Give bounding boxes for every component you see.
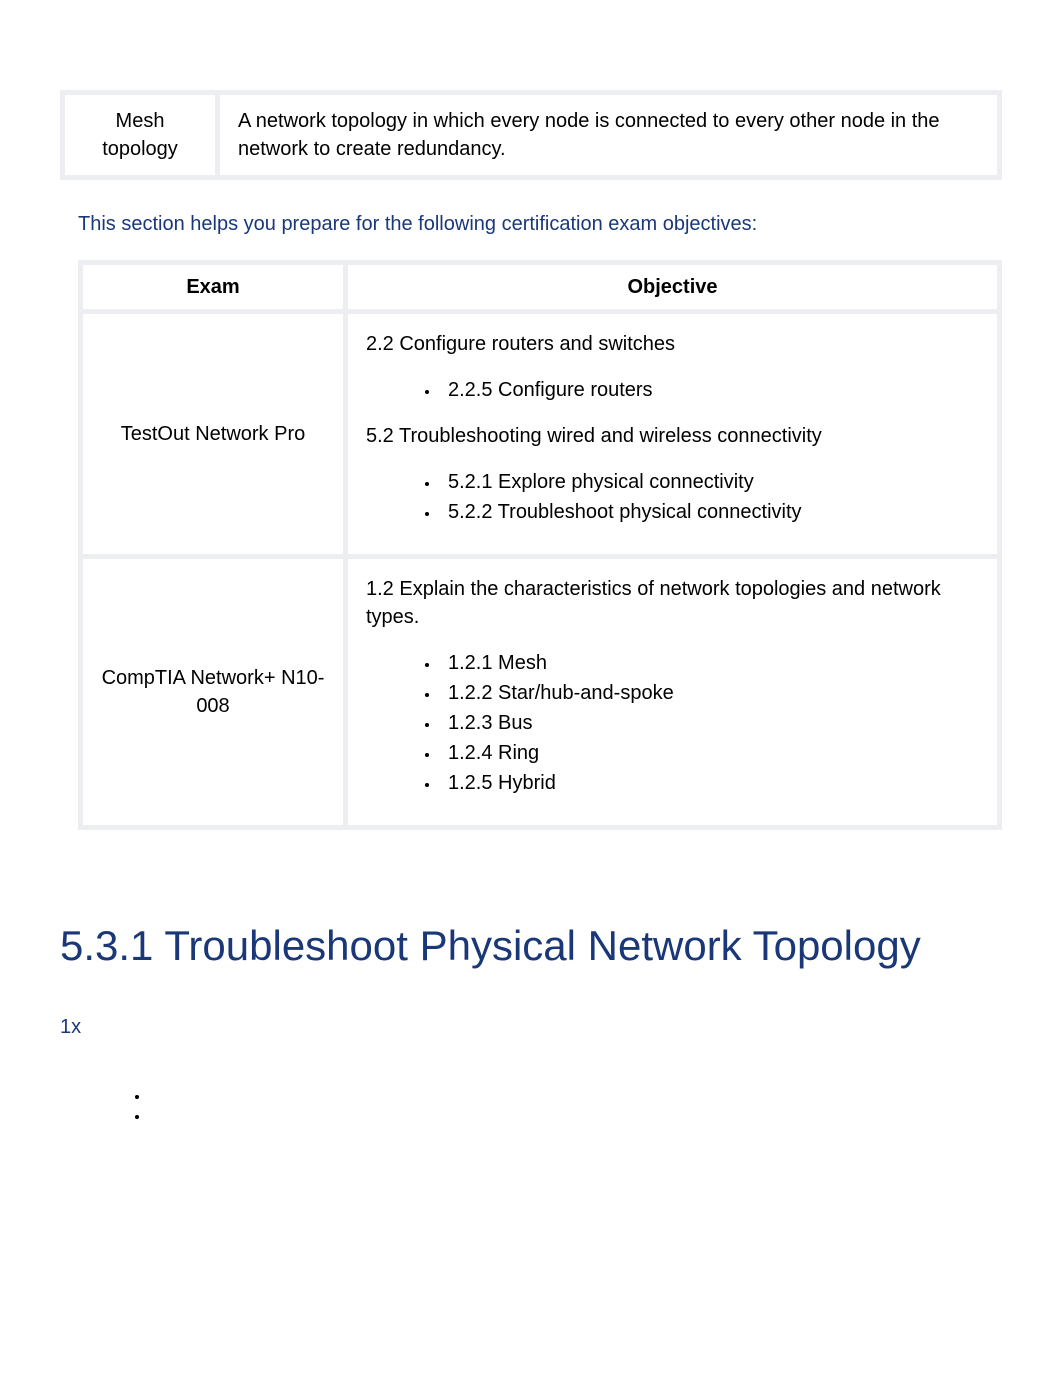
definition-term-cell: Mesh topology: [65, 95, 215, 175]
objectives-table: Exam Objective TestOut Network Pro 2.2 C…: [60, 260, 1002, 830]
objective-list: 2.2.5 Configure routers: [420, 376, 979, 404]
objective-section: 5.2 Troubleshooting wired and wireless c…: [366, 422, 979, 526]
exam-name-text: CompTIA Network+ N10-008: [102, 667, 325, 717]
table-row: TestOut Network Pro 2.2 Configure router…: [83, 314, 997, 554]
exam-name-cell: TestOut Network Pro: [83, 314, 343, 554]
objective-section: 1.2 Explain the characteristics of netwo…: [366, 575, 979, 797]
section-heading: 5.3.1 Troubleshoot Physical Network Topo…: [60, 920, 1002, 973]
table-row: CompTIA Network+ N10-008 1.2 Explain the…: [83, 559, 997, 825]
list-item: [150, 1101, 1002, 1121]
list-item: 1.2.1 Mesh: [440, 649, 979, 677]
list-item: 1.2.4 Ring: [440, 739, 979, 767]
list-item: 5.2.2 Troubleshoot physical connectivity: [440, 498, 979, 526]
list-item: 1.2.2 Star/hub-and-spoke: [440, 679, 979, 707]
list-item: 1.2.3 Bus: [440, 709, 979, 737]
objective-list: 1.2.1 Mesh 1.2.2 Star/hub-and-spoke 1.2.…: [420, 649, 979, 797]
column-header-exam: Exam: [83, 265, 343, 309]
objective-section: 2.2 Configure routers and switches 2.2.5…: [366, 330, 979, 404]
objective-title: 1.2 Explain the characteristics of netwo…: [366, 578, 941, 628]
column-header-objective: Objective: [348, 265, 997, 309]
list-item: 2.2.5 Configure routers: [440, 376, 979, 404]
exam-name-cell: CompTIA Network+ N10-008: [83, 559, 343, 825]
definition-table: Mesh topology A network topology in whic…: [60, 90, 1002, 180]
term-text-line1: Mesh: [116, 110, 165, 132]
table-row: Mesh topology A network topology in whic…: [65, 95, 997, 175]
list-item: 1.2.5 Hybrid: [440, 769, 979, 797]
objective-cell: 1.2 Explain the characteristics of netwo…: [348, 559, 997, 825]
objective-title: 5.2 Troubleshooting wired and wireless c…: [366, 425, 822, 447]
list-item: 5.2.1 Explore physical connectivity: [440, 468, 979, 496]
exam-name-text: TestOut Network Pro: [121, 423, 306, 445]
intro-text: This section helps you prepare for the f…: [78, 210, 1002, 238]
definition-desc-text: A network topology in which every node i…: [238, 110, 940, 160]
definition-desc-cell: A network topology in which every node i…: [220, 95, 997, 175]
table-header-row: Exam Objective: [83, 265, 997, 309]
objective-title: 2.2 Configure routers and switches: [366, 333, 675, 355]
objective-list: 5.2.1 Explore physical connectivity 5.2.…: [420, 468, 979, 526]
objective-cell: 2.2 Configure routers and switches 2.2.5…: [348, 314, 997, 554]
term-text-line2: topology: [102, 138, 178, 160]
empty-bullet-list: [130, 1081, 1002, 1121]
list-item: [150, 1081, 1002, 1101]
playback-speed-label[interactable]: 1x: [60, 1013, 1002, 1041]
